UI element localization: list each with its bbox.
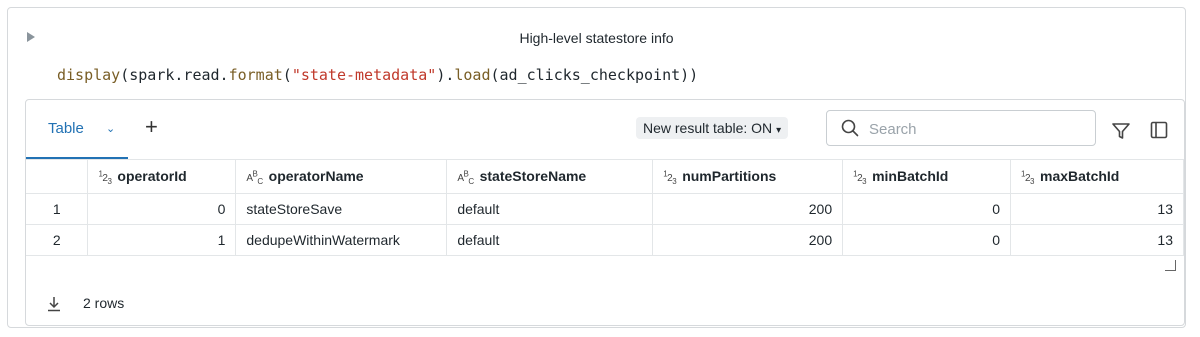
column-name: stateStoreName	[479, 167, 587, 184]
table-cell[interactable]: 200	[652, 224, 844, 256]
column-header-operatorid[interactable]: 123 operatorId	[87, 159, 237, 194]
column-name: numPartitions	[682, 167, 777, 184]
table-cell[interactable]: 0	[87, 193, 237, 225]
column-name: operatorName	[268, 167, 364, 184]
index-header	[26, 159, 89, 194]
column-header-operatorname[interactable]: ABC operatorName	[235, 159, 448, 194]
integer-type-icon: 123	[853, 169, 867, 186]
cell-title[interactable]: High-level statestore info	[8, 30, 1185, 46]
chevron-down-icon[interactable]: ⌄	[106, 122, 115, 135]
code-fn-load: load	[454, 66, 491, 84]
string-type-icon: ABC	[457, 169, 474, 186]
code-fn-display: display	[57, 66, 121, 84]
column-header-minbatchid[interactable]: 123 minBatchId	[842, 159, 1012, 194]
download-icon[interactable]	[46, 296, 62, 312]
integer-type-icon: 123	[663, 169, 677, 186]
code-obj: spark.read.	[129, 66, 229, 84]
row-count: 2 rows	[83, 295, 125, 311]
column-header-maxbatchid[interactable]: 123 maxBatchId	[1010, 159, 1184, 194]
column-name: maxBatchId	[1040, 167, 1120, 184]
table-header-row: 123 operatorId ABC operatorName ABC stateSt…	[26, 159, 1184, 194]
code-line[interactable]: display(spark.read.format("state-metadat…	[57, 66, 698, 84]
code-paren: (	[120, 66, 130, 84]
result-panel: Table ⌄ + New result table: ON ▾ 123 oper…	[25, 99, 1185, 326]
code-paren: ).	[436, 66, 455, 84]
new-result-table-toggle[interactable]: New result table: ON ▾	[636, 117, 789, 139]
table-cell[interactable]: stateStoreSave	[235, 193, 448, 225]
search-box[interactable]	[826, 110, 1096, 146]
column-name: minBatchId	[872, 167, 949, 184]
column-header-statestorename[interactable]: ABC stateStoreName	[446, 159, 654, 194]
code-string: "state-metadata"	[291, 66, 437, 84]
string-type-icon: ABC	[246, 169, 263, 186]
search-input[interactable]	[867, 117, 1091, 141]
table-cell[interactable]: 1	[87, 224, 237, 256]
column-header-numpartitions[interactable]: 123 numPartitions	[652, 159, 844, 194]
table-cell[interactable]: 0	[842, 224, 1012, 256]
table-cell[interactable]: dedupeWithinWatermark	[235, 224, 448, 256]
table-cell[interactable]: 13	[1010, 193, 1184, 225]
row-index: 2	[26, 224, 89, 256]
resize-handle-icon[interactable]	[1165, 260, 1176, 271]
table-cell[interactable]: 0	[842, 193, 1012, 225]
table-cell[interactable]: 200	[652, 193, 844, 225]
integer-type-icon: 123	[1021, 169, 1034, 186]
row-index: 1	[26, 193, 89, 225]
search-icon	[841, 119, 859, 137]
results-table: 123 operatorId ABC operatorName ABC stateSt…	[26, 159, 1184, 256]
chevron-down-icon: ▾	[776, 125, 782, 136]
code-fn-format: format	[228, 66, 283, 84]
code-paren: (	[282, 66, 292, 84]
table-row: 1 0 stateStoreSave default 200 0 13	[26, 193, 1184, 225]
plus-icon[interactable]: +	[145, 114, 158, 140]
column-name: operatorId	[117, 167, 187, 184]
table-cell[interactable]: default	[446, 193, 654, 225]
filter-icon[interactable]	[1111, 121, 1131, 141]
code-args: (ad_clicks_checkpoint))	[490, 66, 699, 84]
tab-table[interactable]: Table	[48, 120, 84, 137]
integer-type-icon: 123	[98, 169, 112, 186]
sidebar-panel-icon[interactable]	[1150, 121, 1168, 139]
table-cell[interactable]: default	[446, 224, 654, 256]
table-row: 2 1 dedupeWithinWatermark default 200 0 …	[26, 224, 1184, 256]
toggle-label: New result table: ON	[643, 120, 773, 136]
table-cell[interactable]: 13	[1010, 224, 1184, 256]
notebook-cell: High-level statestore info display(spark…	[7, 7, 1186, 328]
